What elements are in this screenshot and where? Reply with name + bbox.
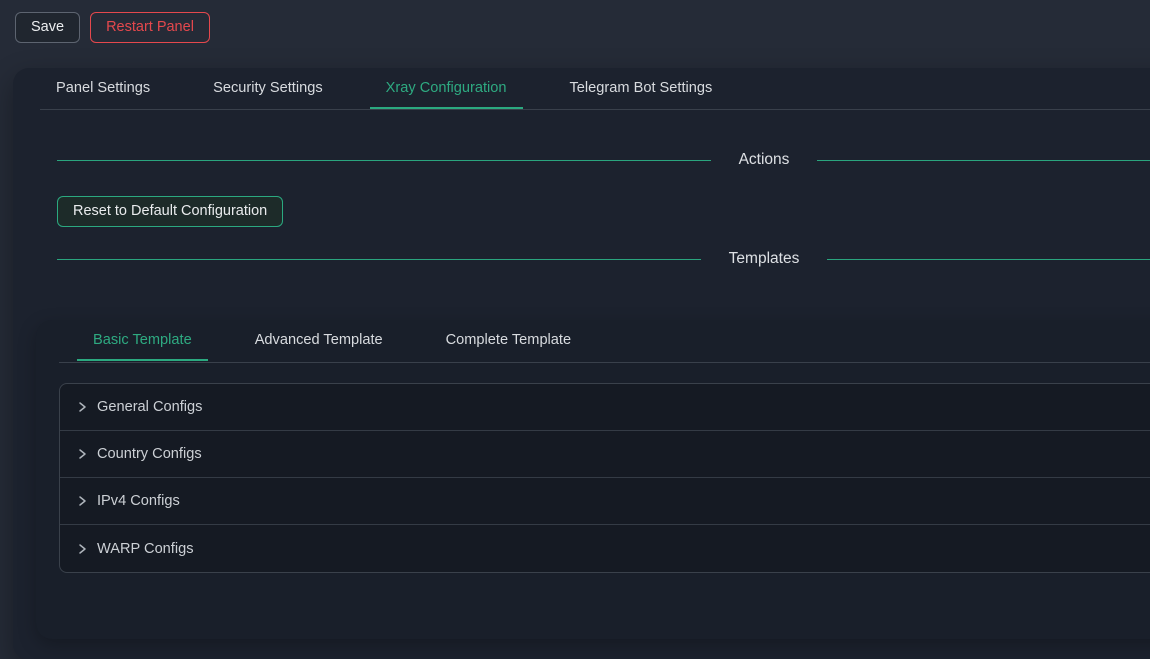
restart-panel-button[interactable]: Restart Panel [90,12,210,43]
tab-basic-template[interactable]: Basic Template [77,320,208,361]
tab-complete-template[interactable]: Complete Template [430,320,587,361]
save-button[interactable]: Save [15,12,80,43]
settings-tabs: Panel Settings Security Settings Xray Co… [40,68,1150,110]
config-accordion: General Configs Country Configs IPv4 Con… [59,383,1150,573]
chevron-right-icon [76,495,88,507]
accordion-item-label: WARP Configs [97,541,194,557]
accordion-item-warp-configs[interactable]: WARP Configs [60,525,1150,572]
divider-line [57,160,711,161]
template-tabs: Basic Template Advanced Template Complet… [59,320,1150,363]
tab-security-settings[interactable]: Security Settings [197,68,339,109]
accordion-item-ipv4-configs[interactable]: IPv4 Configs [60,478,1150,525]
templates-section-divider: Templates [57,248,1150,270]
tab-xray-configuration[interactable]: Xray Configuration [370,68,523,109]
accordion-item-country-configs[interactable]: Country Configs [60,431,1150,478]
templates-card: Basic Template Advanced Template Complet… [36,320,1150,639]
templates-section-title: Templates [729,250,800,268]
accordion-item-label: IPv4 Configs [97,493,180,509]
chevron-right-icon [76,401,88,413]
chevron-right-icon [76,543,88,555]
divider-line [817,160,1150,161]
tab-telegram-bot-settings[interactable]: Telegram Bot Settings [554,68,729,109]
reset-default-configuration-button[interactable]: Reset to Default Configuration [57,196,283,227]
actions-section-divider: Actions [57,149,1150,171]
tab-advanced-template[interactable]: Advanced Template [239,320,399,361]
actions-section-title: Actions [739,151,790,169]
tab-panel-settings[interactable]: Panel Settings [40,68,166,109]
accordion-item-general-configs[interactable]: General Configs [60,384,1150,431]
chevron-right-icon [76,448,88,460]
divider-line [827,259,1150,260]
settings-card: Panel Settings Security Settings Xray Co… [13,68,1150,659]
accordion-item-label: General Configs [97,399,202,415]
divider-line [57,259,701,260]
accordion-item-label: Country Configs [97,446,202,462]
topbar: Save Restart Panel [0,0,1150,42]
